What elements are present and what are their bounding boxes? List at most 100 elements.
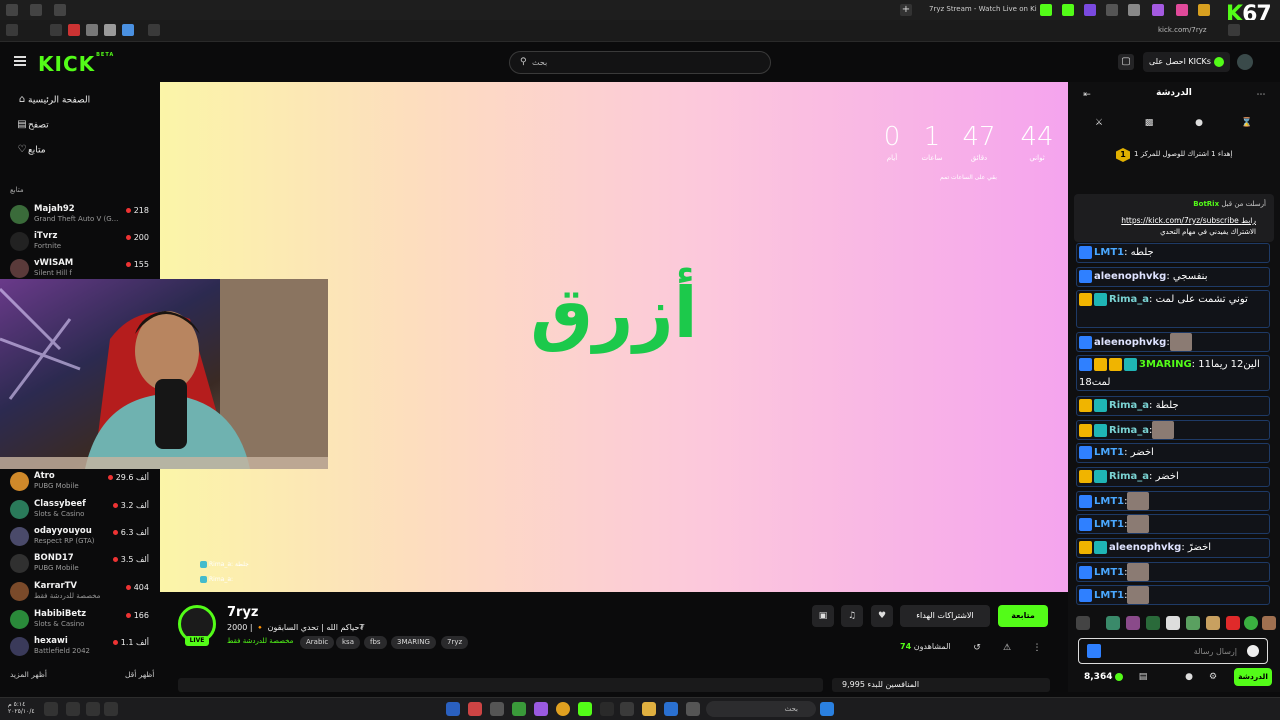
notification-bell-icon[interactable]: ♫ <box>841 605 863 627</box>
new-tab-icon[interactable]: + <box>900 4 912 16</box>
heart-icon[interactable]: ♥ <box>871 605 893 627</box>
chat-message[interactable]: aleenophvkg: بنفسجي <box>1076 267 1270 287</box>
chat-message[interactable]: LMT1: جلطه <box>1076 243 1270 263</box>
active-tab-title[interactable]: 7ryz Stream - Watch Live on Ki <box>929 5 1037 13</box>
nav-home[interactable]: ⌂ الصفحة الرئيسية <box>10 94 90 112</box>
app-icon[interactable] <box>620 702 634 716</box>
sword-icon[interactable]: ⚔ <box>1092 116 1106 130</box>
chat-message[interactable]: Rima_a: جلطة <box>1076 396 1270 416</box>
chat-username[interactable]: LMT1 <box>1094 590 1124 601</box>
kick-logo[interactable]: KICKBETA <box>38 52 114 76</box>
emoji-icon[interactable] <box>1247 645 1259 657</box>
tab-icon[interactable] <box>1152 4 1164 16</box>
chat-message[interactable]: Rima_a: توني تشمت على لمت <box>1076 290 1270 328</box>
chat-username[interactable]: LMT1 <box>1094 247 1124 258</box>
folder-icon[interactable] <box>642 702 656 716</box>
chat-username[interactable]: LMT1 <box>1094 519 1124 530</box>
emote-icon[interactable] <box>1076 616 1090 630</box>
stream-tag[interactable]: 3MARING <box>391 636 436 649</box>
chat-username[interactable]: LMT1 <box>1094 496 1124 507</box>
extension-icon[interactable] <box>104 24 116 36</box>
sidebar-channel[interactable]: iTvrz Fortnite 200 <box>10 229 155 255</box>
emote-icon[interactable] <box>1106 616 1120 630</box>
stream-tag[interactable]: ksa <box>336 636 360 649</box>
trash-icon[interactable]: ▩ <box>1142 116 1156 130</box>
emote-icon[interactable] <box>1146 616 1160 630</box>
stream-tag[interactable]: fbs <box>364 636 387 649</box>
emote-icon[interactable] <box>1262 616 1276 630</box>
back-icon[interactable] <box>6 24 18 36</box>
chat-username[interactable]: LMT1 <box>1094 567 1124 578</box>
app-icon[interactable] <box>664 702 678 716</box>
chat-bubble-icon[interactable]: ● <box>1192 116 1206 130</box>
chat-message[interactable]: LMT1: <box>1076 491 1270 511</box>
sidebar-channel[interactable]: odayyouyou Respect RP (GTA) 6.3 ألف <box>10 524 155 550</box>
app-icon[interactable] <box>534 702 548 716</box>
gift-icon[interactable]: ▤ <box>1136 670 1150 684</box>
kick-app-icon[interactable] <box>578 702 592 716</box>
reload-icon[interactable] <box>1228 24 1240 36</box>
app-icon[interactable] <box>686 702 700 716</box>
follow-button[interactable]: متابعة <box>998 605 1048 627</box>
chat-username[interactable]: aleenophvkg <box>1094 271 1166 282</box>
tab-icon[interactable] <box>1176 4 1188 16</box>
taskbar-search[interactable]: بحث <box>706 701 816 717</box>
chat-message[interactable]: Rima_a: اخضر <box>1076 467 1270 487</box>
kicks-balance[interactable]: 8,364 <box>1084 672 1123 682</box>
store-icon[interactable]: ▢ <box>1118 54 1134 70</box>
app-icon[interactable] <box>490 702 504 716</box>
minimize-icon[interactable] <box>54 4 66 16</box>
sidebar-channel[interactable]: Majah92 Grand Theft Auto V (G... 218 <box>10 202 155 228</box>
get-kicks-button[interactable]: احصل على KICKs <box>1143 52 1230 72</box>
sidebar-channel[interactable]: HabibiBetz Slots & Casino 166 <box>10 607 155 633</box>
star-icon[interactable] <box>148 24 160 36</box>
chat-message-input[interactable]: إرسال رسالة <box>1078 638 1268 664</box>
show-more-link[interactable]: أظهر المزيد <box>10 670 47 679</box>
clip-icon[interactable]: ▣ <box>812 605 834 627</box>
chat-username[interactable]: Rima_a <box>1109 294 1149 305</box>
chat-message[interactable]: aleenophvkg: اخضرً <box>1076 538 1270 558</box>
tab-icon[interactable] <box>1106 4 1118 16</box>
chat-menu-icon[interactable]: ⋯ <box>1254 88 1268 102</box>
xbox-icon[interactable] <box>512 702 526 716</box>
emote-icon[interactable] <box>1186 616 1200 630</box>
stream-tag[interactable]: Arabic <box>300 636 335 649</box>
play-icon[interactable] <box>600 702 614 716</box>
chat-message[interactable]: 3MARING: الين12 ريما11 لمت18 <box>1076 355 1270 391</box>
pinned-message[interactable]: BotRix أرسلت من قبل https://kick.com/7ry… <box>1074 194 1274 242</box>
chat-message[interactable]: LMT1: <box>1076 562 1270 582</box>
chat-message[interactable]: aleenophvkg: <box>1076 332 1270 352</box>
chat-username[interactable]: aleenophvkg <box>1094 337 1166 348</box>
chat-username[interactable]: aleenophvkg <box>1109 542 1181 553</box>
sidebar-channel[interactable]: hexawi Battlefield 2042 1.1 ألف <box>10 634 155 660</box>
settings-icon[interactable] <box>30 4 42 16</box>
chat-bubble-icon[interactable]: ● <box>1182 670 1196 684</box>
menu-icon[interactable] <box>14 56 26 66</box>
emote-icon[interactable] <box>1166 616 1180 630</box>
share-icon[interactable]: ↺ <box>970 641 984 655</box>
stream-category[interactable]: مخصصة للدردشة فقط <box>227 637 293 645</box>
extension-icon[interactable] <box>68 24 80 36</box>
nav-browse[interactable]: ▤تصفح <box>10 119 48 137</box>
windows-start-icon[interactable] <box>820 702 834 716</box>
tray-icon[interactable] <box>104 702 118 716</box>
search-input[interactable]: ⚲ بحث <box>509 51 771 74</box>
tab-icon[interactable] <box>1198 4 1210 16</box>
gift-subs-button[interactable]: الاشتراكات الهداء <box>900 605 990 627</box>
chrome-icon[interactable] <box>556 702 570 716</box>
pinned-link[interactable]: https://kick.com/7ryz/subscribe رابط <box>1121 216 1256 225</box>
kick-tab-icon[interactable] <box>1062 4 1074 16</box>
extension-icon[interactable] <box>122 24 134 36</box>
chat-username[interactable]: LMT1 <box>1094 447 1124 458</box>
sidebar-channel[interactable]: KarrarTV مخصصة للدردشة فقط 404 <box>10 579 155 605</box>
app-icon[interactable] <box>446 702 460 716</box>
chat-username[interactable]: Rima_a <box>1109 400 1149 411</box>
emote-icon[interactable] <box>1244 616 1258 630</box>
report-icon[interactable]: ⚠ <box>1000 641 1014 655</box>
chat-message[interactable]: LMT1: <box>1076 585 1270 605</box>
app-icon[interactable] <box>468 702 482 716</box>
user-avatar[interactable] <box>1237 54 1253 70</box>
url-field[interactable]: kick.com/7ryz <box>1158 26 1207 34</box>
nav-following[interactable]: ♡ متابع <box>10 144 46 162</box>
extension-icon[interactable] <box>50 24 62 36</box>
